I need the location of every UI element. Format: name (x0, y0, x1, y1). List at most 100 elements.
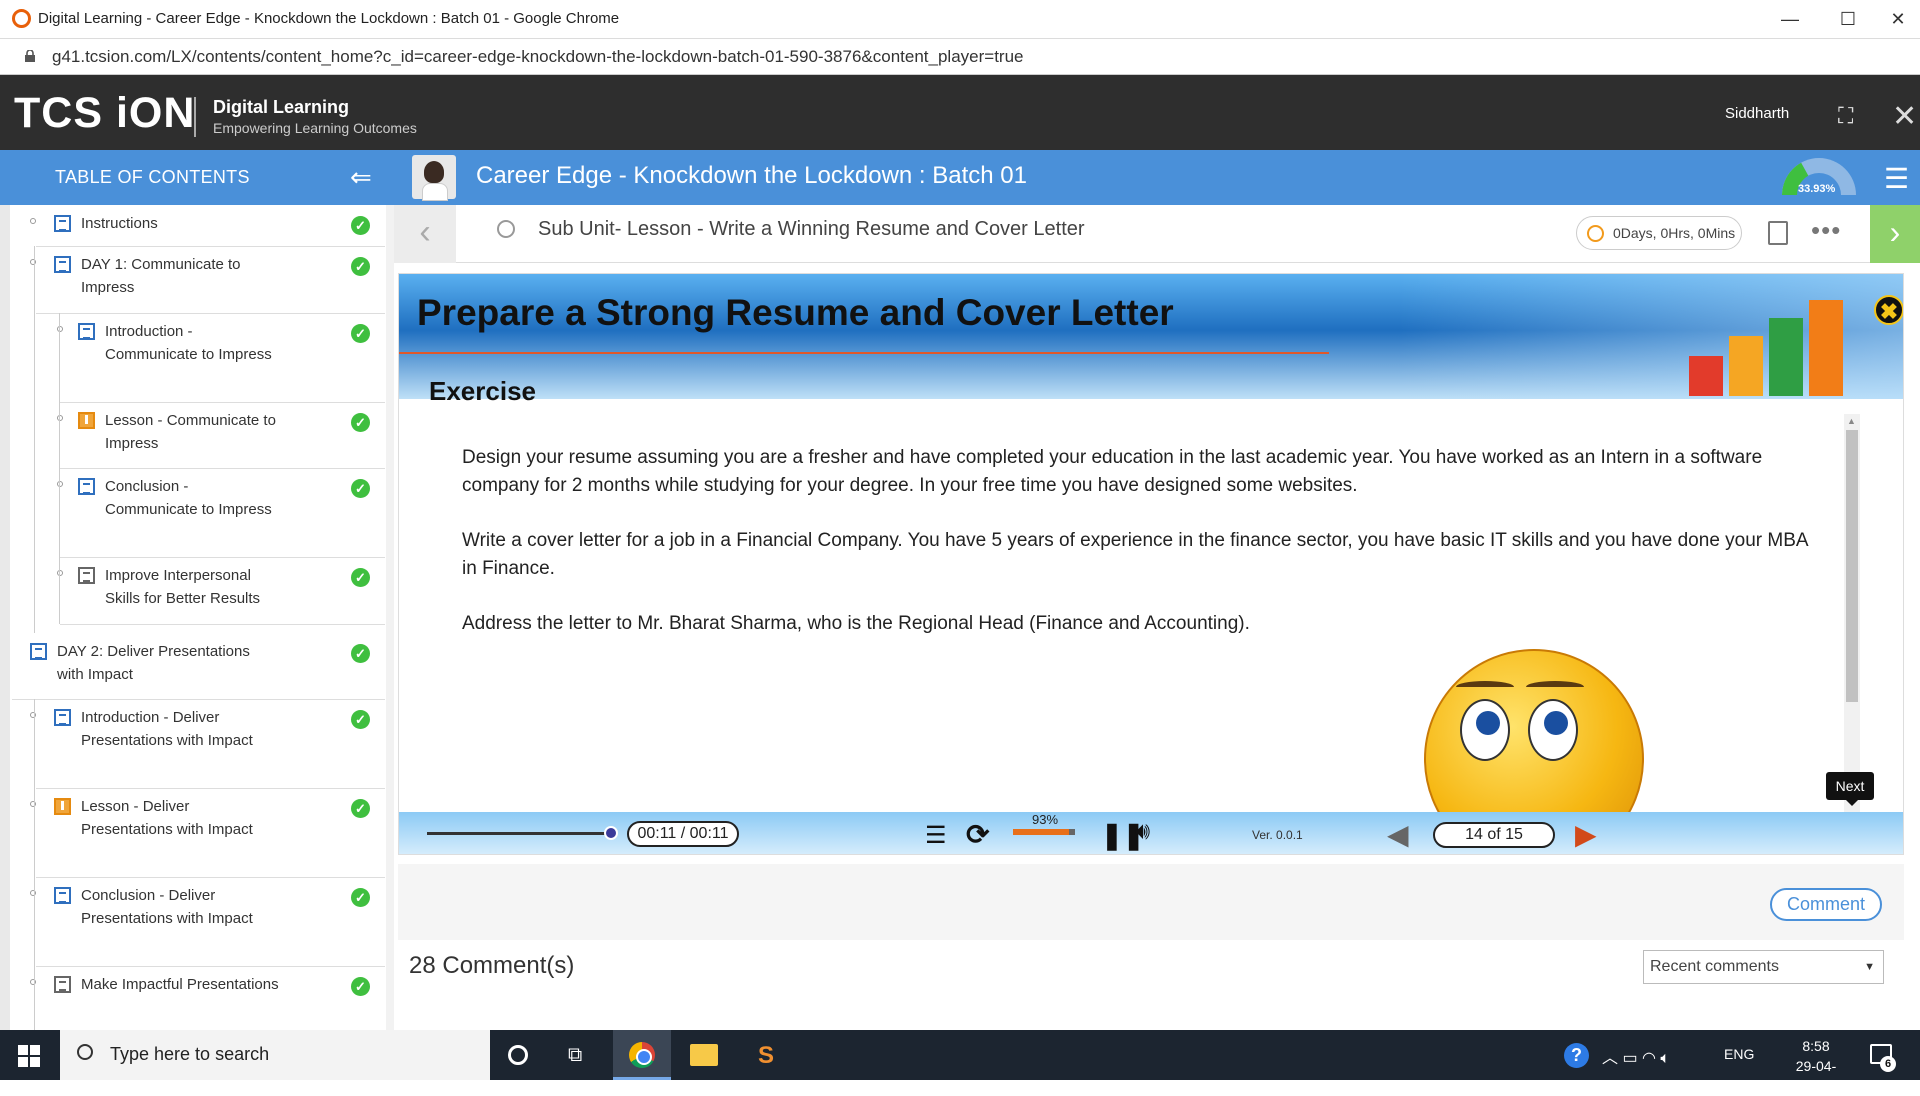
fullscreen-icon[interactable]: ⛶ (1838, 103, 1853, 129)
next-tooltip: Next (1826, 772, 1874, 806)
previous-unit-button[interactable]: ‹ (394, 205, 456, 263)
exercise-paragraph: Design your resume assuming you are a fr… (462, 447, 1763, 496)
toc-item-label: Instructions (81, 215, 158, 232)
window-title: Digital Learning - Career Edge - Knockdo… (38, 10, 620, 27)
toc-tree-line (34, 699, 35, 1030)
chrome-power-icon (12, 9, 31, 28)
playlist-icon[interactable]: ☰ (925, 821, 947, 850)
tree-bullet (30, 259, 36, 265)
next-slide-icon[interactable]: ▶ (1575, 818, 1597, 851)
completed-check-icon: ✓ (351, 257, 370, 276)
notification-count: 6 (1880, 1056, 1896, 1072)
toc-item[interactable]: Lesson - Communicate to Impress ✓ (0, 402, 385, 468)
playback-time: 00:11 / 00:11 (627, 821, 739, 847)
replay-icon[interactable]: ⟳ (966, 818, 989, 851)
file-explorer-icon[interactable] (690, 1044, 718, 1066)
completed-check-icon: ✓ (351, 479, 370, 498)
toc-item[interactable]: Lesson - Deliver Presentations with Impa… (0, 788, 385, 877)
document-icon (30, 643, 47, 660)
progress-percent: 33.93% (1798, 183, 1836, 195)
cortana-icon[interactable] (508, 1045, 528, 1065)
toc-item[interactable]: Conclusion - Deliver Presentations with … (0, 877, 385, 966)
exercise-text: Design your resume assuming you are a fr… (462, 444, 1822, 665)
next-unit-button[interactable]: › (1870, 205, 1920, 263)
toc-divider (60, 624, 385, 625)
globe-icon (497, 220, 515, 238)
comment-sort-value: Recent comments (1650, 958, 1779, 975)
taskbar-search[interactable]: Type here to search (60, 1030, 490, 1080)
lesson-icon (54, 798, 71, 815)
close-lesson-icon[interactable]: ✖ (1874, 295, 1903, 325)
windows-start-icon[interactable] (18, 1045, 40, 1067)
completed-check-icon: ✓ (351, 568, 370, 587)
completed-check-icon: ✓ (351, 799, 370, 818)
clock-time: 8:58 (1802, 1038, 1830, 1054)
more-options-icon[interactable]: ••• (1811, 215, 1841, 246)
player-controls: 00:11 / 00:11 ☰ ⟳ 93% ❚❚ 🔊︎ Ver. 0.0.1 ◀… (399, 812, 1903, 854)
help-icon[interactable]: ? (1564, 1043, 1589, 1068)
app-header: TCS iON Digital Learning Empowering Lear… (0, 75, 1920, 150)
add-note-icon[interactable] (1768, 221, 1788, 245)
toc-item[interactable]: Conclusion - Communicate to Impress ✓ (0, 468, 385, 557)
volume-icon[interactable]: 🔊︎ (1135, 818, 1150, 846)
comment-sort-select[interactable]: Recent comments ▼ (1643, 950, 1884, 984)
volume-slider[interactable] (1013, 829, 1071, 835)
volume-percent: 93% (1032, 812, 1059, 827)
document-icon (78, 478, 95, 495)
seek-bar[interactable] (427, 832, 611, 835)
completed-check-icon: ✓ (351, 413, 370, 432)
windows-taskbar: Type here to search ⧉ S ? ︿ ▭ ◠ 🔈︎ ENG 8… (0, 1030, 1920, 1094)
toc-header: TABLE OF CONTENTS ⇐ (0, 150, 394, 205)
completed-check-icon: ✓ (351, 324, 370, 343)
minimize-button[interactable]: — (1768, 6, 1812, 32)
toc-item[interactable]: DAY 1: Communicate to Impress ✓ (0, 246, 385, 313)
content-scrollbar[interactable]: ▲ (1844, 414, 1860, 814)
search-icon (77, 1044, 93, 1060)
maximize-button[interactable]: ☐ (1826, 6, 1870, 32)
exercise-paragraph: Write a cover letter for a job in a Fina… (462, 530, 1808, 579)
toc-title: TABLE OF CONTENTS (55, 167, 250, 187)
toc-item-label: Conclusion - Communicate to Impress (105, 478, 272, 518)
url-text[interactable]: g41.tcsion.com/LX/contents/content_home?… (52, 47, 1023, 67)
toc-item-label: Lesson - Communicate to Impress (105, 412, 276, 452)
document-icon (78, 323, 95, 340)
toc-item[interactable]: Introduction - Deliver Presentations wit… (0, 699, 385, 788)
course-title: Career Edge - Knockdown the Lockdown : B… (476, 162, 1027, 189)
close-window-button[interactable]: ✕ (1876, 6, 1920, 32)
lock-icon (25, 50, 35, 62)
window-titlebar: Digital Learning - Career Edge - Knockdo… (0, 0, 1920, 39)
toc-item-label: Conclusion - Deliver Presentations with … (81, 887, 253, 927)
previous-slide-icon[interactable]: ◀ (1387, 818, 1409, 851)
completed-check-icon: ✓ (351, 710, 370, 729)
sublime-text-icon[interactable]: S (758, 1042, 774, 1070)
language-indicator[interactable]: ENG (1724, 1046, 1754, 1062)
course-title-bar: Career Edge - Knockdown the Lockdown : B… (394, 150, 1920, 205)
toc-item[interactable]: Make Impactful Presentations ✓ (0, 966, 385, 1030)
toc-item[interactable]: Instructions ✓ (0, 205, 385, 246)
completed-check-icon: ✓ (351, 888, 370, 907)
toc-scrollbar[interactable] (386, 205, 394, 1030)
collapse-toc-icon[interactable]: ⇐ (350, 162, 372, 193)
tree-bullet (30, 712, 36, 718)
seek-handle[interactable] (604, 826, 618, 840)
volume-slider-rest (1069, 829, 1075, 835)
chrome-taskbar-icon[interactable] (613, 1030, 671, 1080)
tcs-ion-logo[interactable]: TCS iON (14, 89, 195, 138)
toc-item[interactable]: DAY 2: Deliver Presentations with Impact… (0, 633, 385, 699)
brand-subtitle: Empowering Learning Outcomes (213, 120, 417, 136)
hamburger-menu-icon[interactable]: ☰ (1884, 162, 1909, 195)
user-name[interactable]: Siddharth (1725, 105, 1789, 122)
address-bar[interactable]: g41.tcsion.com/LX/contents/content_home?… (0, 39, 1920, 75)
business-growth-graphic (1679, 286, 1869, 396)
player-version: Ver. 0.0.1 (1252, 828, 1303, 842)
lesson-icon (78, 412, 95, 429)
system-tray-icons[interactable]: ︿ ▭ ◠ 🔈︎ (1602, 1044, 1670, 1068)
taskbar-clock[interactable]: 8:58 29-04-2020 (1781, 1036, 1851, 1096)
task-view-icon[interactable]: ⧉ (568, 1044, 582, 1067)
avatar[interactable] (412, 155, 456, 201)
comment-button[interactable]: Comment (1770, 888, 1882, 921)
toc-item[interactable]: Improve Interpersonal Skills for Better … (0, 557, 385, 624)
toc-item[interactable]: Introduction - Communicate to Impress ✓ (0, 313, 385, 402)
close-player-icon[interactable]: ✕ (1892, 99, 1917, 134)
header-divider (194, 97, 196, 137)
